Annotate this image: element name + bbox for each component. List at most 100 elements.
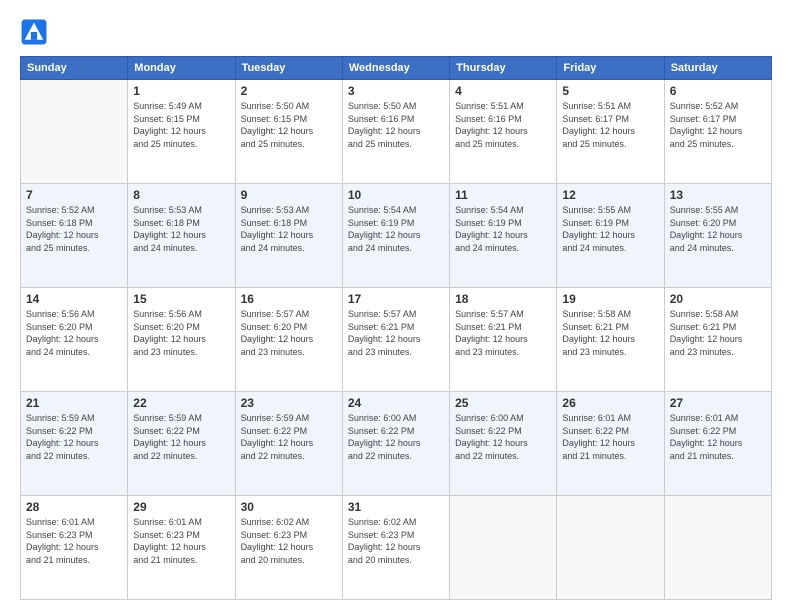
day-number: 6	[670, 84, 766, 98]
calendar-week-row: 28 Sunrise: 6:01 AM Sunset: 6:23 PM Dayli…	[21, 496, 772, 600]
day-header-thursday: Thursday	[450, 57, 557, 80]
calendar-table: SundayMondayTuesdayWednesdayThursdayFrid…	[20, 56, 772, 600]
day-info: Sunrise: 5:59 AM Sunset: 6:22 PM Dayligh…	[26, 412, 122, 462]
day-info: Sunrise: 5:58 AM Sunset: 6:21 PM Dayligh…	[562, 308, 658, 358]
day-number: 7	[26, 188, 122, 202]
day-info: Sunrise: 6:00 AM Sunset: 6:22 PM Dayligh…	[348, 412, 444, 462]
day-number: 27	[670, 396, 766, 410]
calendar-cell: 29Sunrise: 6:01 AM Sunset: 6:23 PM Dayli…	[128, 496, 235, 600]
day-header-friday: Friday	[557, 57, 664, 80]
day-number: 3	[348, 84, 444, 98]
day-info: Sunrise: 5:59 AM Sunset: 6:22 PM Dayligh…	[133, 412, 229, 462]
day-info: Sunrise: 5:58 AM Sunset: 6:21 PM Dayligh…	[670, 308, 766, 358]
day-info: Sunrise: 5:52 AM Sunset: 6:17 PM Dayligh…	[670, 100, 766, 150]
day-info: Sunrise: 5:50 AM Sunset: 6:16 PM Dayligh…	[348, 100, 444, 150]
day-info: Sunrise: 5:49 AM Sunset: 6:15 PM Dayligh…	[133, 100, 229, 150]
calendar-cell: 8 Sunrise: 5:53 AM Sunset: 6:18 PM Daylig…	[128, 184, 235, 288]
day-info: Sunrise: 5:54 AM Sunset: 6:19 PM Dayligh…	[455, 204, 551, 254]
day-number: 14	[26, 292, 122, 306]
day-info: Sunrise: 5:54 AM Sunset: 6:19 PM Dayligh…	[348, 204, 444, 254]
day-number: 20	[670, 292, 766, 306]
calendar-cell: 28 Sunrise: 6:01 AM Sunset: 6:23 PM Dayli…	[21, 496, 128, 600]
calendar-week-row: 21 Sunrise: 5:59 AM Sunset: 6:22 PM Dayli…	[21, 392, 772, 496]
day-number: 11	[455, 188, 551, 202]
day-info: Sunrise: 6:01 AM Sunset: 6:22 PM Dayligh…	[670, 412, 766, 462]
day-number: 24	[348, 396, 444, 410]
day-number: 15	[133, 292, 229, 306]
day-header-wednesday: Wednesday	[342, 57, 449, 80]
day-number: 28	[26, 500, 122, 514]
calendar-cell: 11 Sunrise: 5:54 AM Sunset: 6:19 PM Dayli…	[450, 184, 557, 288]
calendar-cell: 10 Sunrise: 5:54 AM Sunset: 6:19 PM Dayli…	[342, 184, 449, 288]
day-number: 16	[241, 292, 337, 306]
calendar-cell: 6 Sunrise: 5:52 AM Sunset: 6:17 PM Daylig…	[664, 80, 771, 184]
day-info: Sunrise: 5:53 AM Sunset: 6:18 PM Dayligh…	[241, 204, 337, 254]
day-number: 22	[133, 396, 229, 410]
day-number: 4	[455, 84, 551, 98]
calendar-cell: 4 Sunrise: 5:51 AM Sunset: 6:16 PM Daylig…	[450, 80, 557, 184]
day-info: Sunrise: 5:51 AM Sunset: 6:16 PM Dayligh…	[455, 100, 551, 150]
day-info: Sunrise: 6:01 AM Sunset: 6:23 PM Dayligh…	[133, 516, 229, 566]
logo-icon	[20, 18, 48, 46]
calendar-cell	[21, 80, 128, 184]
day-info: Sunrise: 5:55 AM Sunset: 6:20 PM Dayligh…	[670, 204, 766, 254]
day-info: Sunrise: 5:57 AM Sunset: 6:21 PM Dayligh…	[455, 308, 551, 358]
day-info: Sunrise: 6:02 AM Sunset: 6:23 PM Dayligh…	[348, 516, 444, 566]
calendar-cell: 14Sunrise: 5:56 AM Sunset: 6:20 PM Dayli…	[21, 288, 128, 392]
day-number: 21	[26, 396, 122, 410]
day-number: 26	[562, 396, 658, 410]
calendar-cell: 23 Sunrise: 5:59 AM Sunset: 6:22 PM Dayli…	[235, 392, 342, 496]
calendar-cell	[664, 496, 771, 600]
calendar-cell: 3 Sunrise: 5:50 AM Sunset: 6:16 PM Daylig…	[342, 80, 449, 184]
day-number: 10	[348, 188, 444, 202]
calendar-cell: 7Sunrise: 5:52 AM Sunset: 6:18 PM Daylig…	[21, 184, 128, 288]
day-info: Sunrise: 5:53 AM Sunset: 6:18 PM Dayligh…	[133, 204, 229, 254]
calendar-cell: 25Sunrise: 6:00 AM Sunset: 6:22 PM Dayli…	[450, 392, 557, 496]
day-info: Sunrise: 5:57 AM Sunset: 6:20 PM Dayligh…	[241, 308, 337, 358]
day-number: 23	[241, 396, 337, 410]
calendar-week-row: 14Sunrise: 5:56 AM Sunset: 6:20 PM Dayli…	[21, 288, 772, 392]
day-number: 2	[241, 84, 337, 98]
day-info: Sunrise: 5:59 AM Sunset: 6:22 PM Dayligh…	[241, 412, 337, 462]
day-number: 13	[670, 188, 766, 202]
day-number: 12	[562, 188, 658, 202]
day-number: 8	[133, 188, 229, 202]
calendar-cell: 18 Sunrise: 5:57 AM Sunset: 6:21 PM Dayli…	[450, 288, 557, 392]
day-info: Sunrise: 5:51 AM Sunset: 6:17 PM Dayligh…	[562, 100, 658, 150]
day-header-monday: Monday	[128, 57, 235, 80]
header	[20, 18, 772, 46]
day-info: Sunrise: 5:57 AM Sunset: 6:21 PM Dayligh…	[348, 308, 444, 358]
calendar-cell: 13 Sunrise: 5:55 AM Sunset: 6:20 PM Dayli…	[664, 184, 771, 288]
calendar-cell: 2 Sunrise: 5:50 AM Sunset: 6:15 PM Daylig…	[235, 80, 342, 184]
calendar-cell: 17 Sunrise: 5:57 AM Sunset: 6:21 PM Dayli…	[342, 288, 449, 392]
day-info: Sunrise: 6:00 AM Sunset: 6:22 PM Dayligh…	[455, 412, 551, 462]
day-header-sunday: Sunday	[21, 57, 128, 80]
day-number: 30	[241, 500, 337, 514]
day-header-tuesday: Tuesday	[235, 57, 342, 80]
calendar-cell: 24 Sunrise: 6:00 AM Sunset: 6:22 PM Dayli…	[342, 392, 449, 496]
calendar-cell: 16 Sunrise: 5:57 AM Sunset: 6:20 PM Dayli…	[235, 288, 342, 392]
calendar-cell	[450, 496, 557, 600]
day-number: 17	[348, 292, 444, 306]
day-number: 18	[455, 292, 551, 306]
calendar-cell: 1Sunrise: 5:49 AM Sunset: 6:15 PM Daylig…	[128, 80, 235, 184]
page: SundayMondayTuesdayWednesdayThursdayFrid…	[0, 0, 792, 612]
calendar-cell: 5 Sunrise: 5:51 AM Sunset: 6:17 PM Daylig…	[557, 80, 664, 184]
calendar-cell: 27 Sunrise: 6:01 AM Sunset: 6:22 PM Dayli…	[664, 392, 771, 496]
day-info: Sunrise: 6:01 AM Sunset: 6:23 PM Dayligh…	[26, 516, 122, 566]
day-info: Sunrise: 5:55 AM Sunset: 6:19 PM Dayligh…	[562, 204, 658, 254]
logo	[20, 18, 54, 46]
calendar-header-row: SundayMondayTuesdayWednesdayThursdayFrid…	[21, 57, 772, 80]
calendar-cell: 30Sunrise: 6:02 AM Sunset: 6:23 PM Dayli…	[235, 496, 342, 600]
calendar-week-row: 7Sunrise: 5:52 AM Sunset: 6:18 PM Daylig…	[21, 184, 772, 288]
day-header-saturday: Saturday	[664, 57, 771, 80]
day-info: Sunrise: 6:01 AM Sunset: 6:22 PM Dayligh…	[562, 412, 658, 462]
calendar-cell: 21 Sunrise: 5:59 AM Sunset: 6:22 PM Dayli…	[21, 392, 128, 496]
calendar-cell: 9 Sunrise: 5:53 AM Sunset: 6:18 PM Daylig…	[235, 184, 342, 288]
calendar-cell: 22 Sunrise: 5:59 AM Sunset: 6:22 PM Dayli…	[128, 392, 235, 496]
calendar-cell	[557, 496, 664, 600]
day-info: Sunrise: 5:50 AM Sunset: 6:15 PM Dayligh…	[241, 100, 337, 150]
day-number: 9	[241, 188, 337, 202]
calendar-cell: 31Sunrise: 6:02 AM Sunset: 6:23 PM Dayli…	[342, 496, 449, 600]
day-number: 5	[562, 84, 658, 98]
